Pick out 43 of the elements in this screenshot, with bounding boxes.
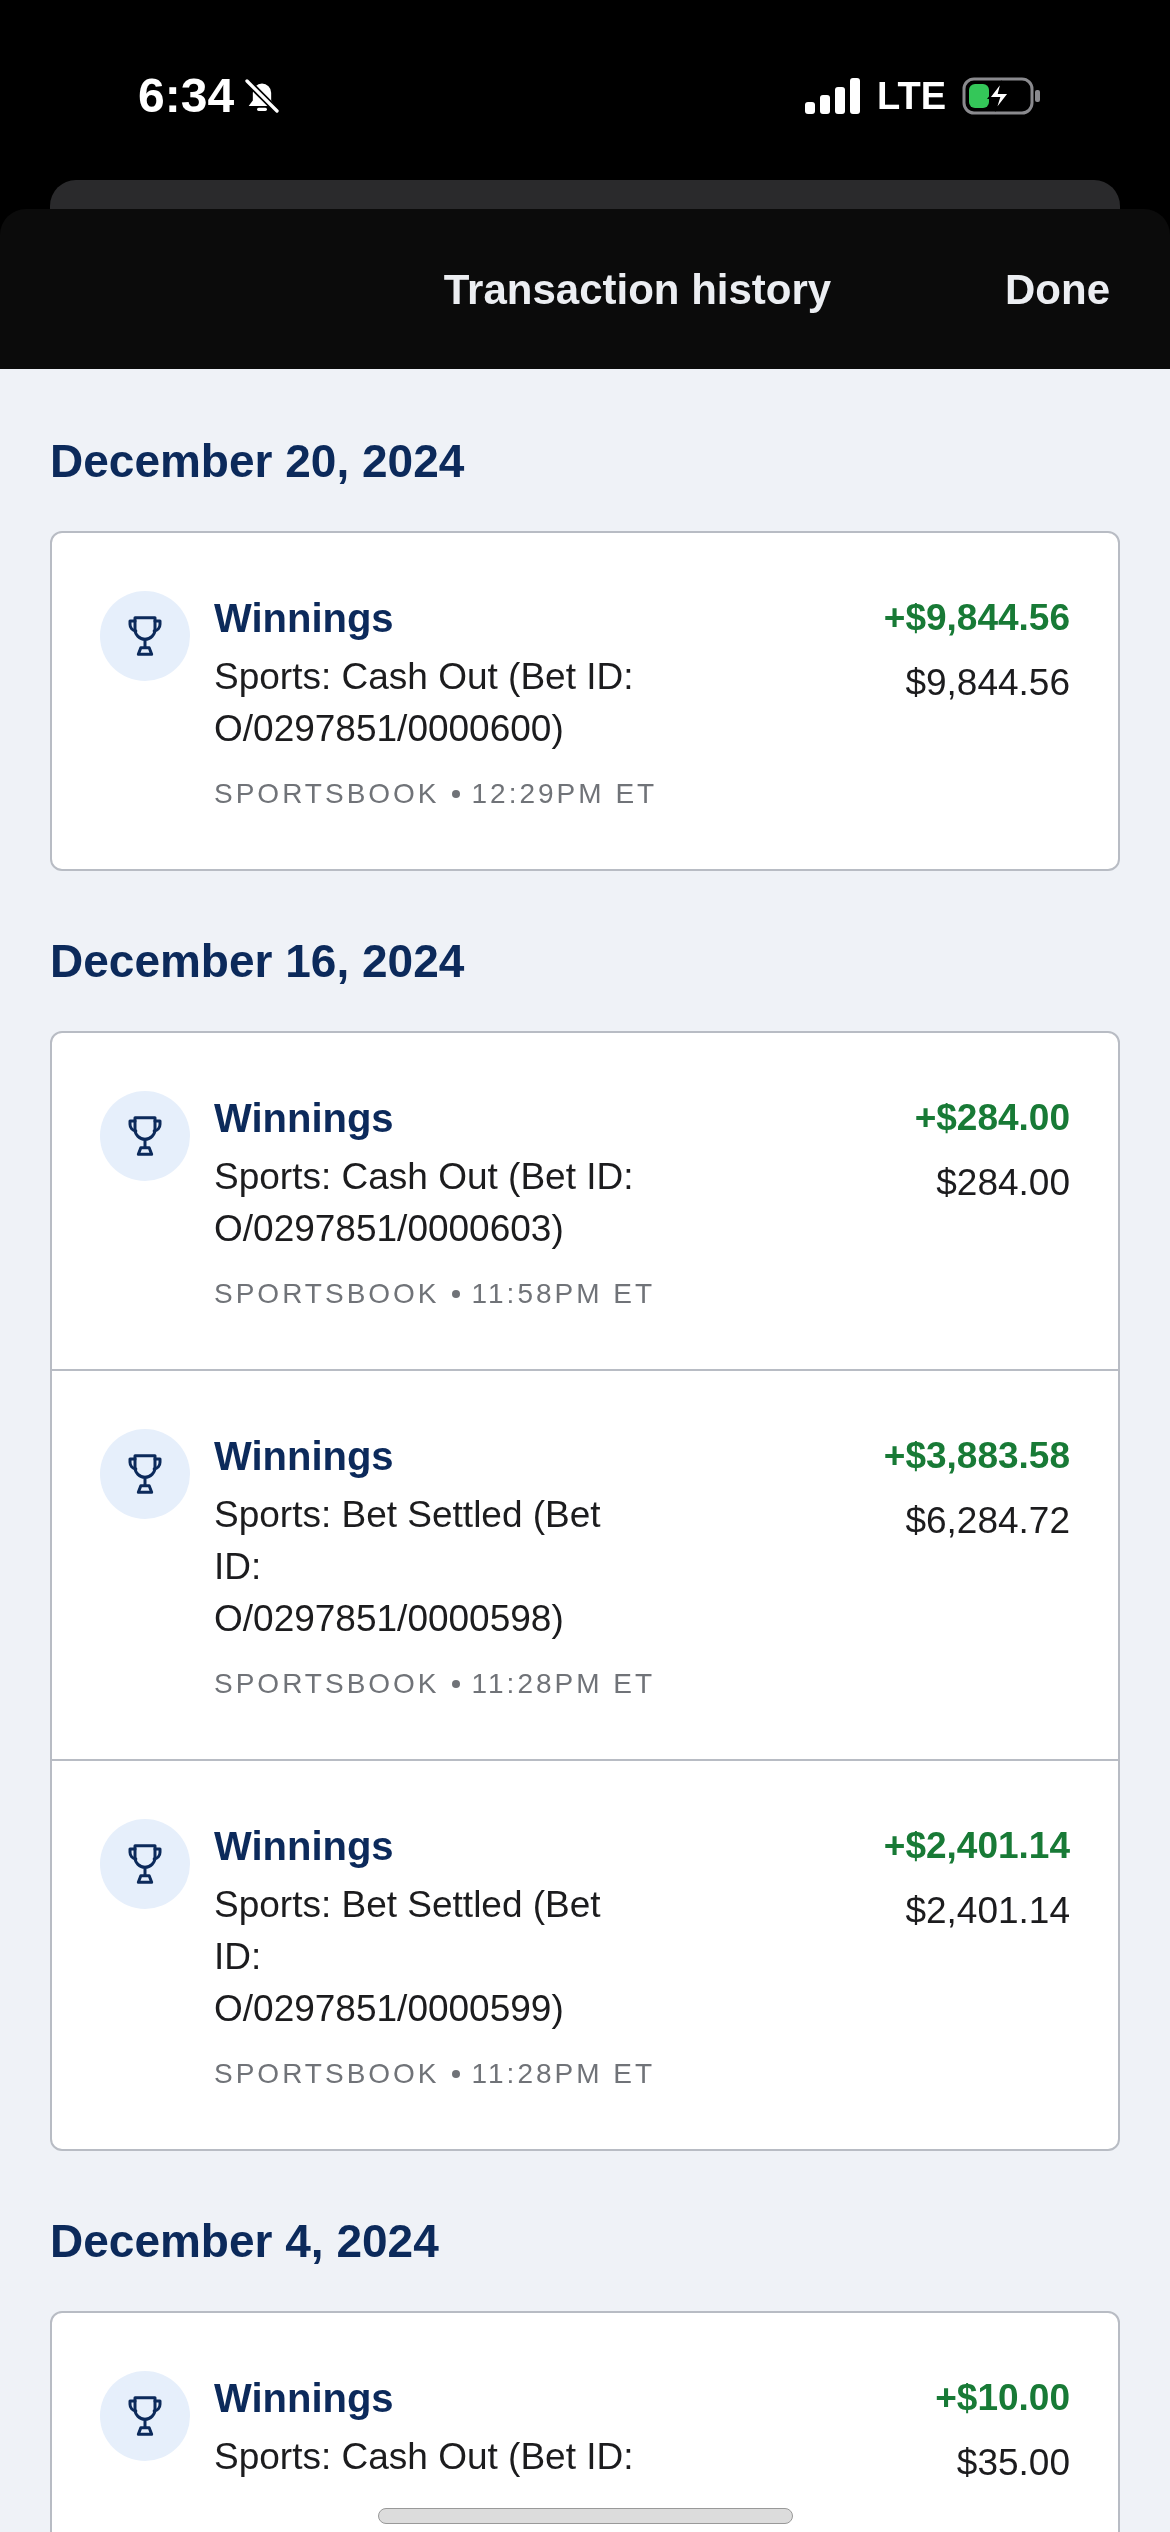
transaction-source: SPORTSBOOK: [214, 2057, 440, 2091]
transaction-description: Sports: Cash Out (Bet ID:: [214, 1155, 635, 1199]
balance-amount: $9,844.56: [905, 661, 1070, 705]
transaction-source: SPORTSBOOK: [214, 1277, 440, 1311]
transaction-description: Sports: Cash Out (Bet ID:: [214, 2435, 635, 2479]
balance-amount: $6,284.72: [905, 1499, 1070, 1543]
transaction-description: Sports: Bet Settled (Bet: [214, 1883, 602, 1927]
transaction-description: O/0297851/0000603): [214, 1207, 565, 1251]
transaction-title: Winnings: [214, 1095, 395, 1142]
transaction-source: SPORTSBOOK: [214, 1667, 440, 1701]
transaction-amount: +$3,883.58: [883, 1434, 1070, 1478]
transaction-title: Winnings: [214, 1433, 395, 1480]
transaction-time: 11:28PM ET: [471, 1667, 656, 1701]
transaction-title: Winnings: [214, 595, 395, 642]
transaction-description: Sports: Bet Settled (Bet: [214, 1493, 602, 1537]
balance-amount: $2,401.14: [905, 1889, 1070, 1933]
battery-icon: [962, 77, 1042, 115]
transaction-source: SPORTSBOOK: [214, 777, 440, 811]
header-title: Transaction history: [443, 264, 832, 315]
balance-amount: $35.00: [956, 2441, 1070, 2485]
transaction-amount: +$10.00: [935, 2376, 1070, 2420]
transaction-time: 12:29PM ET: [471, 777, 658, 811]
transaction-description: O/0297851/0000600): [214, 707, 565, 751]
date-heading: December 4, 2024: [50, 2214, 440, 2269]
transaction-title: Winnings: [214, 2375, 395, 2422]
transaction-time: 11:58PM ET: [471, 1277, 656, 1311]
transaction-amount: +$2,401.14: [883, 1824, 1070, 1868]
transaction-description: O/0297851/0000598): [214, 1597, 565, 1641]
transaction-description: ID:: [214, 1545, 263, 1589]
transaction-description: ID:: [214, 1935, 263, 1979]
transaction-description: O/0297851/0000599): [214, 1987, 565, 2031]
transaction-amount: +$9,844.56: [883, 596, 1070, 640]
status-time: 6:34: [138, 68, 235, 124]
transaction-time: 11:28PM ET: [471, 2057, 656, 2091]
date-heading: December 16, 2024: [50, 934, 466, 989]
balance-amount: $284.00: [936, 1161, 1070, 1205]
transaction-amount: +$284.00: [914, 1096, 1070, 1140]
done-button[interactable]: Done: [1005, 257, 1110, 321]
network-label: LTE: [877, 73, 946, 119]
date-heading: December 20, 2024: [50, 434, 466, 489]
signal-icon: [805, 78, 862, 114]
transaction-title: Winnings: [214, 1823, 395, 1870]
transaction-description: Sports: Cash Out (Bet ID:: [214, 655, 635, 699]
